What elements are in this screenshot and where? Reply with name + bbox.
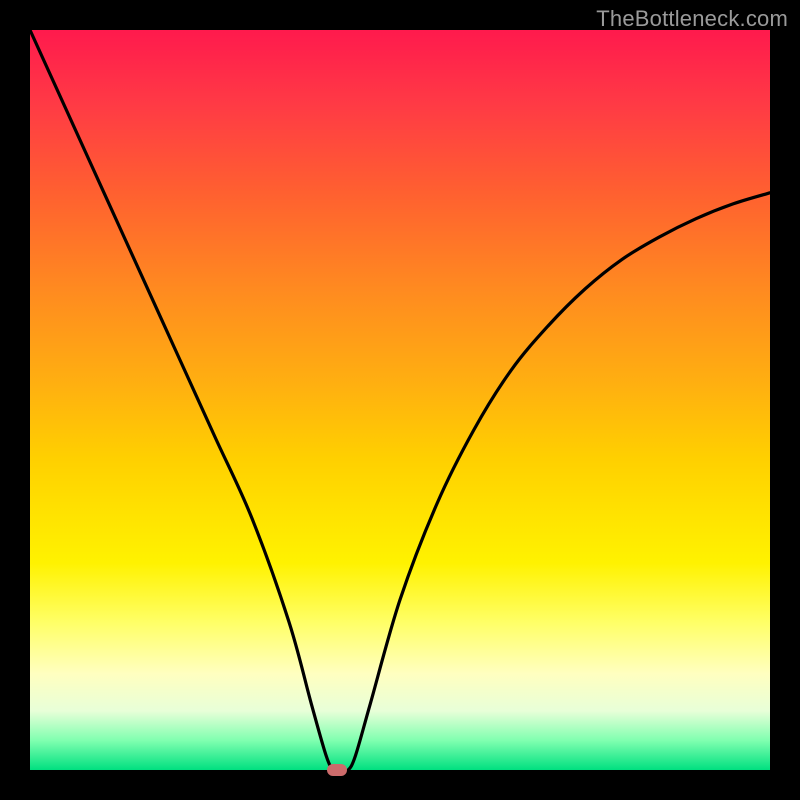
chart-frame: TheBottleneck.com xyxy=(0,0,800,800)
bottleneck-curve xyxy=(30,30,770,771)
plot-area xyxy=(30,30,770,770)
curve-svg xyxy=(30,30,770,770)
watermark-text: TheBottleneck.com xyxy=(596,6,788,32)
optimum-marker xyxy=(327,764,347,776)
